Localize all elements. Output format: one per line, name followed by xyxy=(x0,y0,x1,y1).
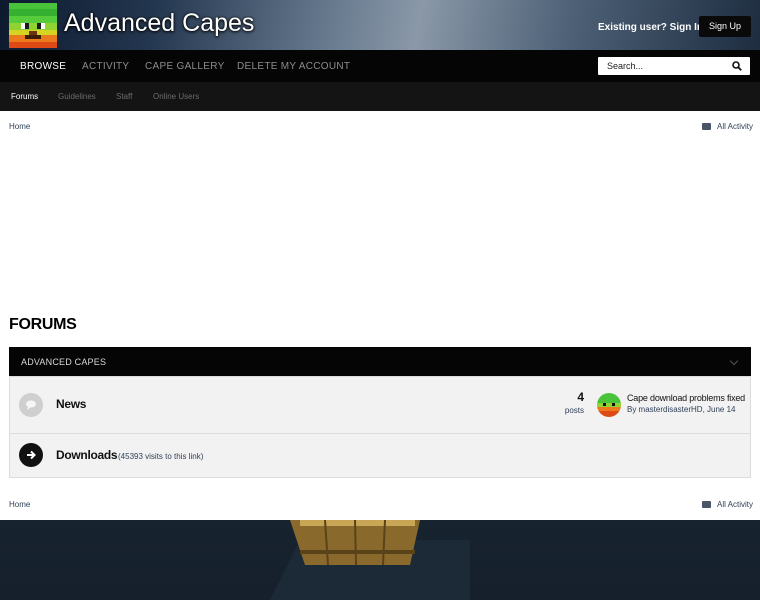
sub-nav: Forums Guidelines Staff Online Users xyxy=(0,82,760,111)
sign-in-link[interactable]: Existing user? Sign In xyxy=(598,22,714,33)
search-input[interactable]: Search... xyxy=(607,61,643,71)
arrow-right-icon xyxy=(19,443,43,467)
forum-name-downloads[interactable]: Downloads xyxy=(56,448,118,462)
page-title: FORUMS xyxy=(9,316,77,333)
all-activity-label: All Activity xyxy=(717,500,754,509)
main-content: Home All Activity FORUMS ADVANCED CAPES … xyxy=(0,111,760,520)
search-icon[interactable] xyxy=(732,61,742,71)
subnav-guidelines[interactable]: Guidelines xyxy=(58,92,96,101)
category-title[interactable]: ADVANCED CAPES xyxy=(21,357,106,367)
breadcrumb-home-bottom[interactable]: Home xyxy=(9,500,30,509)
forum-name-news[interactable]: News xyxy=(56,397,86,411)
all-activity-link-bottom[interactable]: All Activity xyxy=(702,500,753,509)
category-header: ADVANCED CAPES xyxy=(9,347,751,376)
subnav-online-users[interactable]: Online Users xyxy=(153,92,199,101)
search-box[interactable]: Search... xyxy=(598,57,750,75)
site-title[interactable]: Advanced Capes xyxy=(64,9,254,38)
chevron-down-icon[interactable] xyxy=(729,356,739,366)
sign-up-button[interactable]: Sign Up xyxy=(699,16,751,37)
background-scenery xyxy=(270,520,470,600)
last-post-title[interactable]: Cape download problems fixed xyxy=(627,393,745,403)
nav-browse[interactable]: BROWSE xyxy=(20,61,66,72)
all-activity-link[interactable]: All Activity xyxy=(702,122,753,131)
subnav-forums[interactable]: Forums xyxy=(11,92,38,101)
forum-row-downloads: Downloads (45393 visits to this link) xyxy=(9,433,751,478)
breadcrumb-home[interactable]: Home xyxy=(9,122,30,131)
sign-in-label: Existing user? Sign In xyxy=(598,22,704,33)
forum-row-news: News 4 posts Cape download problems fixe… xyxy=(9,376,751,434)
nav-activity[interactable]: ACTIVITY xyxy=(82,61,129,72)
all-activity-label: All Activity xyxy=(717,122,754,131)
redirect-visits: (45393 visits to this link) xyxy=(118,452,204,461)
subnav-staff[interactable]: Staff xyxy=(116,92,132,101)
chat-bubble-icon xyxy=(19,393,43,417)
posts-label: posts xyxy=(564,406,584,415)
avatar[interactable] xyxy=(597,393,621,417)
activity-icon xyxy=(702,123,711,131)
nav-cape-gallery[interactable]: CAPE GALLERY xyxy=(145,61,225,72)
posts-count: 4 xyxy=(577,390,584,404)
site-logo[interactable] xyxy=(9,3,57,48)
nav-delete-account[interactable]: DELETE MY ACCOUNT xyxy=(237,61,350,72)
activity-icon xyxy=(702,501,711,509)
last-post-author[interactable]: By masterdisasterHD, June 14 xyxy=(627,405,736,414)
